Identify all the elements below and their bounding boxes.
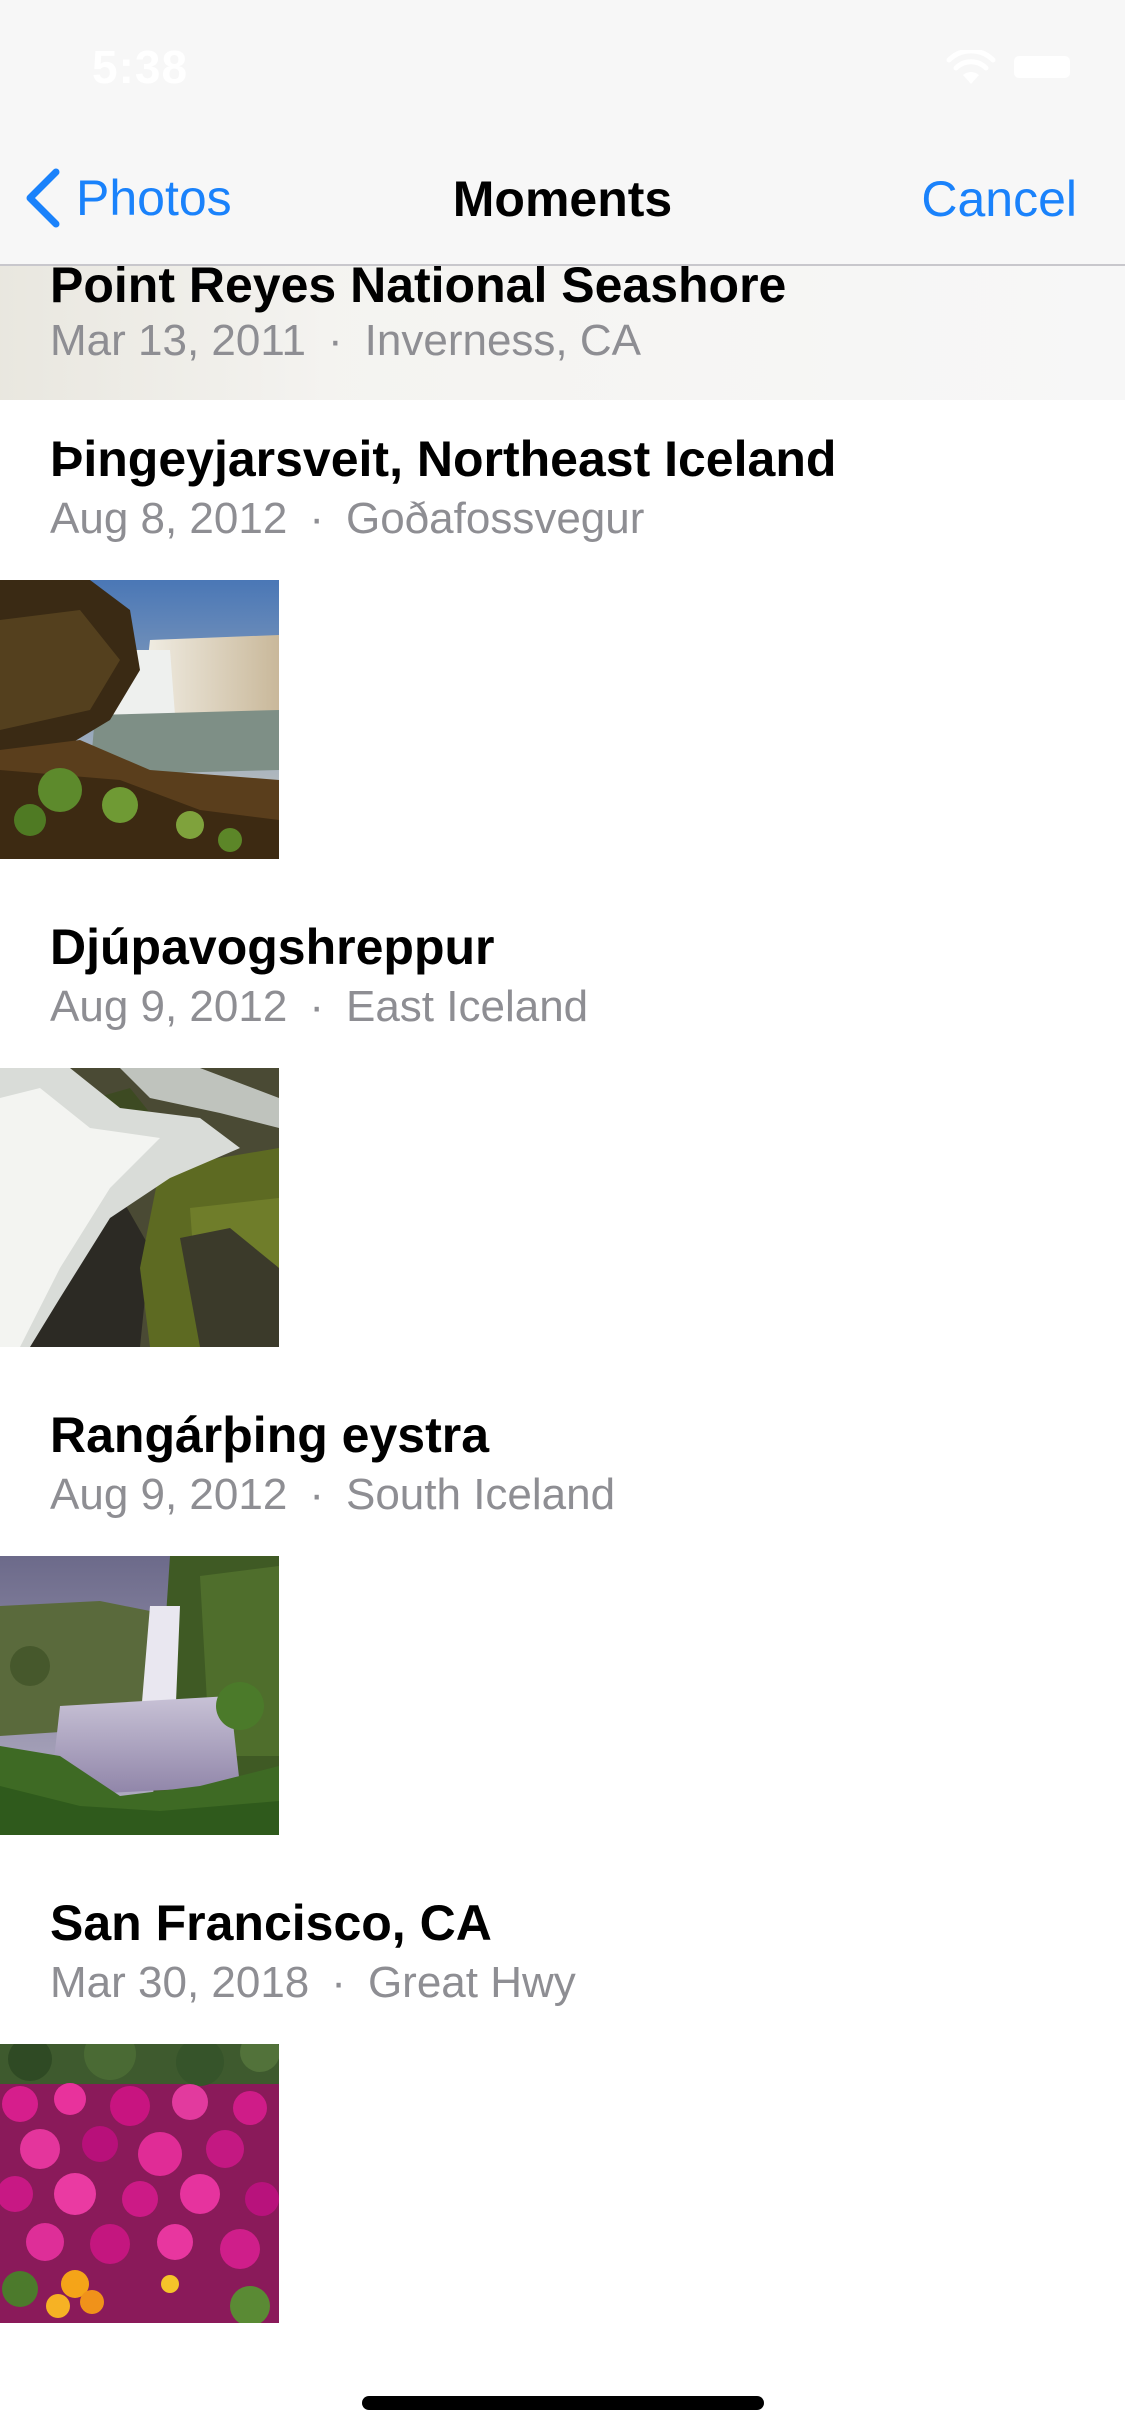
- moment-location: East Iceland: [345, 982, 589, 1031]
- misty-waterfall-photo[interactable]: [0, 1556, 279, 1835]
- moment-header[interactable]: Þingeyjarsveit, Northeast Iceland Aug 8,…: [0, 430, 1125, 566]
- waterfall-rocks-image: [0, 1068, 279, 1347]
- moment-subtitle: Mar 30, 2018 · Great Hwy: [50, 1958, 576, 2008]
- moment-header[interactable]: Djúpavogshreppur Aug 9, 2012 · East Icelan…: [0, 918, 1125, 1054]
- moment-date: Mar 13, 2011: [50, 316, 307, 365]
- moment-section: Djúpavogshreppur Aug 9, 2012 · East Icelan…: [0, 918, 1125, 1348]
- moment-subtitle: Aug 8, 2012 · Goðafossvegur: [50, 494, 644, 544]
- moment-date: Aug 8, 2012: [50, 494, 288, 543]
- moment-location: South Iceland: [345, 1470, 616, 1519]
- pink-flowers-image: [0, 2044, 279, 2323]
- separator-dot: ·: [309, 1470, 324, 1519]
- moment-subtitle: Aug 9, 2012 · South Iceland: [50, 1470, 615, 1520]
- moment-subtitle: Mar 13, 2011 · Inverness, CA: [50, 316, 641, 366]
- cancel-button[interactable]: Cancel: [921, 170, 1077, 228]
- moments-screen: Point Reyes National Seashore Mar 13, 20…: [0, 0, 1125, 2436]
- moment-title: Rangárþing eystra: [50, 1407, 490, 1463]
- wifi-icon: [946, 50, 996, 84]
- misty-waterfall-image: [0, 1556, 279, 1835]
- moment-header[interactable]: Rangárþing eystra Aug 9, 2012 · South Icel…: [0, 1406, 1125, 1542]
- moment-section: Þingeyjarsveit, Northeast Iceland Aug 8,…: [0, 430, 1125, 860]
- moment-date: Mar 30, 2018: [50, 1958, 310, 2007]
- status-bar: 5:38: [0, 0, 1125, 132]
- pink-flowers-photo[interactable]: [0, 2044, 279, 2323]
- moment-title: Djúpavogshreppur: [50, 919, 495, 975]
- waterfall-cliff-photo[interactable]: [0, 580, 279, 859]
- moment-location: Inverness, CA: [364, 316, 642, 365]
- moment-header[interactable]: San Francisco, CA Mar 30, 2018 · Great Hwy: [0, 1894, 1125, 2030]
- moment-section: Point Reyes National Seashore Mar 13, 20…: [0, 257, 1125, 400]
- waterfall-rocks-photo[interactable]: [0, 1068, 279, 1347]
- separator-dot: ·: [309, 982, 324, 1031]
- moment-date: Aug 9, 2012: [50, 982, 288, 1031]
- moment-location: Great Hwy: [367, 1958, 576, 2007]
- moment-date: Aug 9, 2012: [50, 1470, 288, 1519]
- status-time: 5:38: [92, 41, 189, 93]
- moment-location: Goðafossvegur: [345, 494, 645, 543]
- home-indicator[interactable]: [362, 2396, 764, 2410]
- moment-title: Þingeyjarsveit, Northeast Iceland: [50, 431, 837, 487]
- waterfall-cliff-image: [0, 580, 279, 859]
- moment-section: Rangárþing eystra Aug 9, 2012 · South Icel…: [0, 1406, 1125, 1836]
- moment-subtitle: Aug 9, 2012 · East Iceland: [50, 982, 588, 1032]
- battery-icon: [1014, 56, 1070, 78]
- separator-dot: ·: [328, 316, 343, 365]
- moment-header[interactable]: Point Reyes National Seashore Mar 13, 20…: [0, 257, 1125, 400]
- moment-section: San Francisco, CA Mar 30, 2018 · Great Hwy: [0, 1894, 1125, 2324]
- separator-dot: ·: [309, 494, 324, 543]
- separator-dot: ·: [331, 1958, 346, 2007]
- moments-list[interactable]: Point Reyes National Seashore Mar 13, 20…: [0, 0, 1125, 2436]
- moment-title: San Francisco, CA: [50, 1895, 492, 1951]
